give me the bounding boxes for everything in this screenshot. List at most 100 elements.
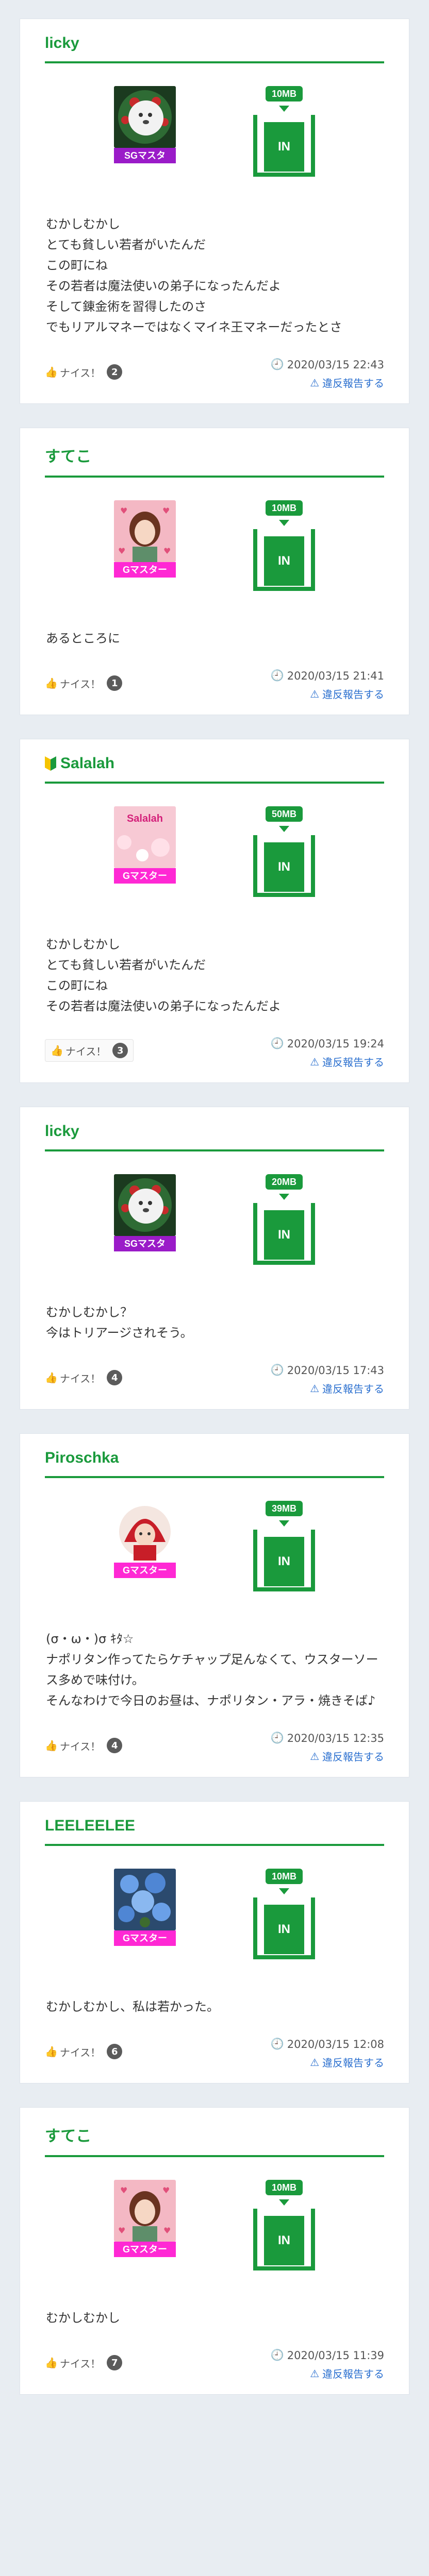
warning-icon: ⚠ [310, 1382, 319, 1395]
warning-icon: ⚠ [310, 2367, 319, 2380]
comment-text: むかしむかし、私は若かった。 [46, 1999, 219, 2014]
clock-icon: 🕘 [270, 358, 284, 370]
thumbs-up-icon: 👍 [45, 677, 58, 689]
comment-card: すてこ ♥ ♥ ♥ ♥ Gマスター 10MB IN むかしむかし 👍 ナイス！ … [20, 2107, 409, 2395]
size-tag: 50MB [265, 806, 303, 822]
size-tag: 10MB [265, 1869, 303, 1884]
svg-text:♥: ♥ [118, 2226, 125, 2235]
report-link[interactable]: ⚠ 違反報告する [271, 2055, 384, 2070]
data-gift-icon: 10MB IN [253, 2180, 315, 2270]
nice-button[interactable]: 👍 ナイス！ 2 [45, 364, 123, 380]
avatar[interactable]: Gマスター [114, 1501, 176, 1578]
thumbs-up-icon: 👍 [45, 2357, 58, 2369]
arrow-down-icon [279, 1520, 289, 1527]
thumbs-up-icon: 👍 [45, 1739, 58, 1752]
warning-icon: ⚠ [310, 687, 319, 700]
beginner-mark-icon [45, 756, 56, 771]
comment-card: すてこ ♥ ♥ ♥ ♥ Gマスター 10MB IN あるところに 👍 ナイス！ … [20, 428, 409, 715]
nice-count: 2 [107, 364, 123, 380]
username[interactable]: LEELEELEE [45, 1817, 384, 1846]
avatar[interactable]: ♥ ♥ ♥ ♥ Gマスター [114, 2180, 176, 2257]
tank-icon: IN [253, 529, 315, 591]
thumbs-up-icon: 👍 [45, 2045, 58, 2058]
timestamp: 2020/03/15 12:08 [287, 2038, 384, 2050]
nice-label: ナイス！ [59, 2357, 101, 2370]
thumbs-up-icon: 👍 [45, 366, 58, 378]
data-gift-icon: 20MB IN [253, 1174, 315, 1265]
report-link[interactable]: ⚠ 違反報告する [271, 1054, 384, 1069]
nice-count: 3 [112, 1043, 128, 1058]
clock-icon: 🕘 [270, 669, 284, 682]
size-tag: 20MB [265, 1174, 303, 1190]
comment-text: むかしむかし？ 今はトリアージされそう。 [46, 1305, 193, 1340]
nice-label: ナイス！ [59, 677, 101, 690]
report-link[interactable]: ⚠ 違反報告する [271, 2366, 384, 2381]
nice-count: 1 [107, 675, 123, 691]
tank-icon: IN [253, 2209, 315, 2270]
comment-text: むかしむかし [46, 2311, 120, 2325]
comment-card: Salalah Salalah Gマスター 50MB IN むかしむかし とても… [20, 739, 409, 1083]
comment-card: Piroschka Gマスター 39MB IN (σ・ω・)σ ｷﾀ☆ ナポリタ… [20, 1433, 409, 1777]
username[interactable]: Salalah [45, 755, 384, 784]
svg-text:♥: ♥ [120, 2185, 127, 2195]
arrow-down-icon [279, 1194, 289, 1200]
svg-text:♥: ♥ [163, 546, 171, 556]
svg-text:♥: ♥ [163, 2226, 171, 2235]
nice-count: 6 [107, 2044, 123, 2059]
rank-badge: Gマスター [114, 1930, 176, 1946]
clock-icon: 🕘 [270, 1732, 284, 1744]
tank-icon: IN [253, 1530, 315, 1591]
nice-button[interactable]: 👍 ナイス！ 7 [45, 2355, 123, 2370]
nice-label: ナイス！ [59, 1740, 101, 1753]
avatar[interactable]: SGマスタ [114, 86, 176, 163]
avatar[interactable]: SGマスタ [114, 1174, 176, 1251]
arrow-down-icon [279, 2199, 289, 2206]
report-link[interactable]: ⚠ 違反報告する [271, 1749, 384, 1764]
nice-button[interactable]: 👍 ナイス！ 1 [45, 675, 123, 691]
arrow-down-icon [279, 106, 289, 112]
timestamp: 2020/03/15 17:43 [287, 1364, 384, 1377]
nice-count: 7 [107, 2355, 123, 2370]
svg-text:♥: ♥ [162, 2185, 170, 2195]
report-link[interactable]: ⚠ 違反報告する [271, 375, 384, 390]
warning-icon: ⚠ [310, 2056, 319, 2069]
svg-text:♥: ♥ [162, 506, 170, 516]
tank-icon: IN [253, 115, 315, 177]
nice-label: ナイス！ [59, 2046, 101, 2059]
comment-card: licky SGマスタ 20MB IN むかしむかし？ 今はトリアージされそう。… [20, 1107, 409, 1410]
username[interactable]: licky [45, 1123, 384, 1151]
avatar[interactable]: Salalah Gマスター [114, 806, 176, 884]
warning-icon: ⚠ [310, 376, 319, 389]
comment-card: licky SGマスタ 10MB IN むかしむかし とても貧しい若者がいたんだ… [20, 19, 409, 404]
clock-icon: 🕘 [270, 2349, 284, 2361]
size-tag: 10MB [265, 2180, 303, 2195]
timestamp: 2020/03/15 21:41 [287, 669, 384, 682]
nice-button[interactable]: 👍 ナイス！ 4 [45, 1738, 123, 1753]
data-gift-icon: 10MB IN [253, 86, 315, 177]
report-link[interactable]: ⚠ 違反報告する [271, 686, 384, 701]
data-gift-icon: 10MB IN [253, 500, 315, 591]
comment-text: (σ・ω・)σ ｷﾀ☆ ナポリタン作ってたらケチャップ足んなくて、ウスターソース… [46, 1632, 378, 1708]
rank-badge: Gマスター [114, 562, 176, 578]
timestamp: 2020/03/15 12:35 [287, 1732, 384, 1744]
clock-icon: 🕘 [270, 2038, 284, 2050]
username[interactable]: すてこ [45, 444, 384, 478]
tank-icon: IN [253, 1203, 315, 1265]
username[interactable]: licky [45, 35, 384, 63]
report-link[interactable]: ⚠ 違反報告する [271, 1381, 384, 1396]
nice-button[interactable]: 👍 ナイス！ 3 [45, 1039, 134, 1062]
nice-label: ナイス！ [59, 366, 101, 379]
nice-button[interactable]: 👍 ナイス！ 4 [45, 1370, 123, 1385]
avatar[interactable]: Gマスター [114, 1869, 176, 1946]
avatar[interactable]: ♥ ♥ ♥ ♥ Gマスター [114, 500, 176, 578]
comment-text: あるところに [46, 631, 120, 646]
svg-text:♥: ♥ [120, 506, 127, 516]
thumbs-up-icon: 👍 [45, 1371, 58, 1384]
username[interactable]: Piroschka [45, 1449, 384, 1478]
thumbs-up-icon: 👍 [51, 1044, 63, 1057]
nice-button[interactable]: 👍 ナイス！ 6 [45, 2044, 123, 2059]
svg-text:♥: ♥ [118, 546, 125, 556]
username[interactable]: すてこ [45, 2123, 384, 2157]
warning-icon: ⚠ [310, 1750, 319, 1762]
svg-text:Salalah: Salalah [127, 813, 163, 824]
